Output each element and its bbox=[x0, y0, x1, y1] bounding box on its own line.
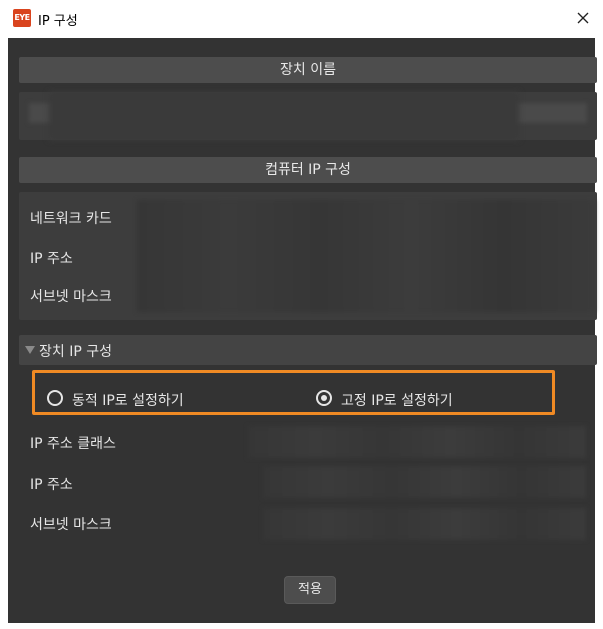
dialog-body: 장치 이름 컴퓨터 IP 구성 네트워크 카드 IP 주소 서브넷 마스크 장치… bbox=[8, 38, 597, 623]
dynamic-ip-label[interactable]: 동적 IP로 설정하기 bbox=[72, 390, 184, 410]
device-ip-collapse-header[interactable]: 장치 IP 구성 bbox=[19, 335, 597, 365]
dynamic-ip-radio[interactable] bbox=[47, 390, 63, 406]
device-name-header: 장치 이름 bbox=[19, 57, 597, 83]
device-subnet-mask-input[interactable] bbox=[263, 508, 586, 540]
close-icon bbox=[577, 12, 589, 24]
device-subnet-mask-label: 서브넷 마스크 bbox=[30, 517, 112, 533]
title-bar: EYE IP 구성 bbox=[0, 0, 603, 38]
ip-class-label: IP 주소 클래스 bbox=[30, 436, 116, 452]
device-ip-address-label: IP 주소 bbox=[30, 477, 73, 493]
computer-subnet-mask-label: 서브넷 마스크 bbox=[30, 289, 112, 305]
device-ip-header: 장치 IP 구성 bbox=[39, 344, 112, 360]
device-name-blur bbox=[49, 92, 519, 140]
static-ip-radio[interactable] bbox=[316, 390, 332, 406]
network-card-label: 네트워크 카드 bbox=[30, 211, 112, 227]
apply-button[interactable]: 적용 bbox=[284, 576, 336, 604]
ip-class-select[interactable] bbox=[248, 426, 586, 458]
collapse-arrow-icon bbox=[25, 346, 35, 354]
computer-ip-values bbox=[137, 200, 595, 312]
device-ip-address-input[interactable] bbox=[263, 466, 586, 498]
computer-ip-address-label: IP 주소 bbox=[30, 251, 73, 267]
device-name-box bbox=[19, 92, 597, 140]
close-button[interactable] bbox=[571, 6, 595, 30]
computer-ip-header: 컴퓨터 IP 구성 bbox=[19, 157, 597, 183]
static-ip-label[interactable]: 고정 IP로 설정하기 bbox=[341, 390, 453, 410]
window-title: IP 구성 bbox=[38, 14, 78, 29]
app-logo: EYE bbox=[13, 9, 31, 27]
